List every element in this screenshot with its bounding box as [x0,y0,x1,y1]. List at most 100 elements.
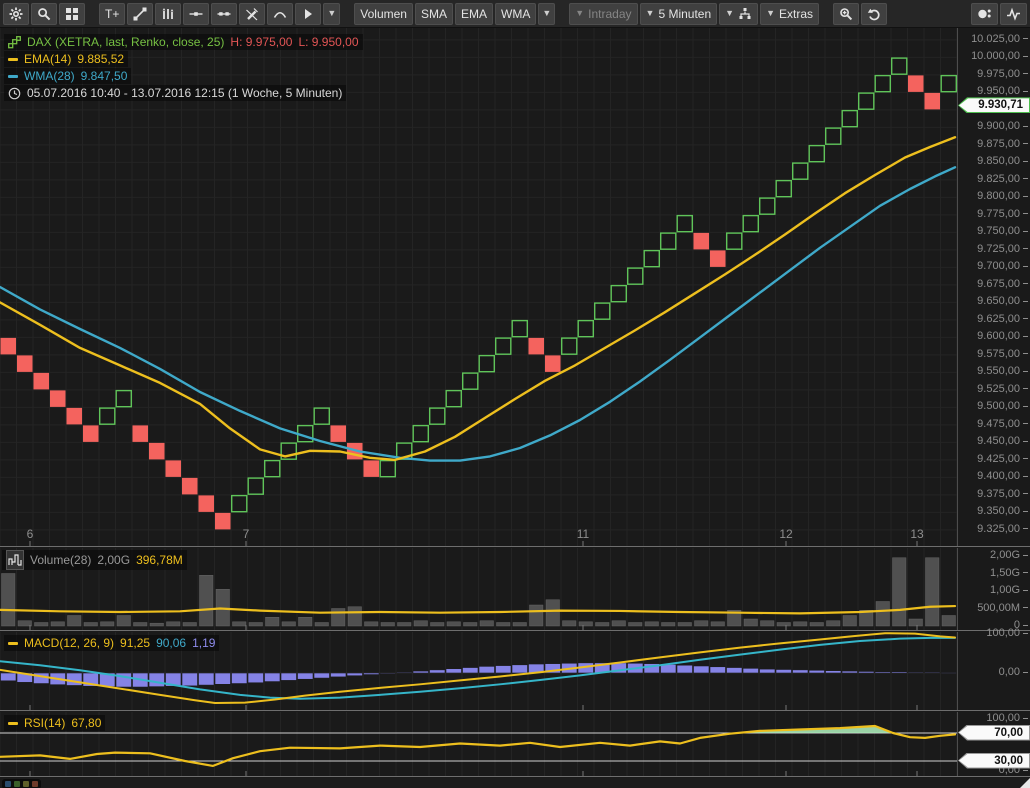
ema-button[interactable]: EMA [454,2,493,25]
wma-button[interactable]: WMA [495,2,537,25]
date-range-row: 05.07.2016 10:40 - 13.07.2016 12:15 (1 W… [4,85,347,101]
chart-mode-button[interactable] [1000,2,1027,25]
hline-tool-button[interactable] [183,2,210,25]
status-dot-red [32,781,38,787]
chevron-down-icon: ▼ [645,8,655,18]
macd-panel: 100,00 0,00 MACD(12, 26, 9) 91,25 90,06 1… [0,627,1030,710]
interval-label: 5 Minuten [658,6,712,21]
chevron-down-icon: ▼ [575,8,585,18]
axis-tick-label: 9.575,00 [977,348,1028,360]
symbol-legend-row[interactable]: DAX (XETRA, last, Renko, close, 25) H: 9… [4,34,363,50]
volume-legend[interactable]: Volume(28) 2,00G 396,78M [2,550,187,571]
search-button[interactable] [31,2,57,25]
play-cursor-icon [305,8,313,19]
circle-dots-icon [978,9,991,18]
chart-type-dropdown[interactable]: ▼ [719,2,759,25]
volume-value: 396,78M [136,553,183,567]
wma-line-icon [8,74,18,78]
hsegment-tool-button[interactable] [211,2,238,25]
axis-tick-label: 100,00 [986,712,1028,724]
volume-panel: 2,00G 1,50G 1,00G 500,00M 0 Volume(28) 2,00G… [0,548,1030,631]
clock-icon [8,87,21,99]
extras-dropdown[interactable]: ▼ Extras [760,2,820,25]
ema-name: EMA(14) [24,52,72,66]
date-range-label: 05.07.2016 10:40 - 13.07.2016 12:15 (1 W… [27,86,343,100]
panel-separator[interactable] [0,710,1030,711]
volumen-button[interactable]: Volumen [354,2,413,25]
settings-button[interactable] [3,2,29,25]
axis-tick-label: 9.425,00 [977,453,1028,465]
axis-tick-label: 2,00G [990,549,1028,561]
resize-handle[interactable] [1020,778,1030,788]
axis-tick-label: 9.900,00 [977,120,1028,132]
chevron-down-icon: ▼ [327,8,337,18]
axis-tick-label: 9.475,00 [977,418,1028,430]
macd-line-icon [8,641,18,645]
panel-separator[interactable] [0,776,1030,777]
rsi-panel: 100,00 0,00 70,00 30,00 RSI(14) 67,80 [0,712,1030,776]
rsi-level-tag: 70,00 [958,724,1030,741]
status-dot-blue [5,781,11,787]
bars-adjust-icon [162,7,174,19]
volume-scale: 2,00G [97,553,131,567]
panel-separator[interactable] [0,630,1030,631]
volume-axis[interactable]: 2,00G 1,50G 1,00G 500,00M 0 [957,548,1030,631]
wma-label: WMA [501,6,531,21]
text-tool-button[interactable]: T+ [99,2,126,25]
axis-tick-label: 9.625,00 [977,313,1028,325]
ema-value: 9.885,52 [77,52,125,66]
panel-separator[interactable] [0,546,1030,547]
axis-tick-label: 9.850,00 [977,155,1028,167]
svg-text:13: 13 [910,527,924,541]
rsi-legend[interactable]: RSI(14) 67,80 [4,715,106,732]
trendline-tool-button[interactable] [127,2,154,25]
sma-label: SMA [420,6,447,21]
wma-name: WMA(28) [24,69,75,83]
arc-icon [274,11,287,18]
pointer-tool-button[interactable] [295,2,322,25]
svg-text:11: 11 [577,527,590,541]
toolbar: T+ ▼ Volumen SMA EMA WMA ▼ ▼ Intraday ▼ … [0,0,1030,28]
rsi-plot[interactable] [0,712,957,776]
chevron-down-icon: ▼ [542,8,552,18]
hline-node-icon [189,11,203,16]
last-price-value: 9.930,71 [959,98,1029,113]
arc-tool-button[interactable] [267,2,294,25]
widget-options-button[interactable] [971,2,998,25]
macd-signal-value: 90,06 [156,636,187,650]
interval-dropdown[interactable]: ▼ 5 Minuten [639,2,718,25]
rsi-line-icon [8,721,18,725]
axis-tick-label: 9.350,00 [977,505,1028,517]
sma-button[interactable]: SMA [414,2,453,25]
ema-legend-row[interactable]: EMA(14) 9.885,52 [4,51,129,67]
draw-tools-caret-button[interactable]: ▼ [323,2,341,25]
intraday-dropdown[interactable]: ▼ Intraday [569,2,638,25]
undo-button[interactable] [861,2,888,25]
zoom-in-icon [840,7,853,20]
hline-two-nodes-icon [217,11,231,16]
low-value: L: 9.950,00 [298,35,359,49]
indicators-caret-button[interactable]: ▼ [538,2,556,25]
axis-tick-label: 9.950,00 [977,85,1028,97]
main-chart-plot[interactable]: 6 7 11 12 13 [0,28,957,546]
eraser-tool-button[interactable] [239,2,266,25]
zoom-in-button[interactable] [833,2,860,25]
macd-name: MACD(12, 26, 9) [24,636,115,650]
axis-tick-label: 9.700,00 [977,260,1028,272]
svg-text:12: 12 [779,527,793,541]
price-axis[interactable]: 9.930,71 10.025,00 10.000,00 9.975,00 9.950… [957,28,1030,546]
rsi-axis[interactable]: 100,00 0,00 70,00 30,00 [957,712,1030,776]
svg-text:7: 7 [243,527,250,541]
status-dot-green [14,781,20,787]
volume-histogram-icon [6,550,24,570]
axis-tick-label: 9.650,00 [977,295,1028,307]
macd-axis[interactable]: 100,00 0,00 [957,627,1030,710]
wma-legend-row[interactable]: WMA(28) 9.847,50 [4,68,132,84]
macd-hist-value: 1,19 [192,636,216,650]
layout-button[interactable] [59,2,85,25]
axis-tick-label: 9.725,00 [977,243,1028,255]
trendline-icon [133,7,147,20]
renko-settings-tool-button[interactable] [155,2,182,25]
macd-legend[interactable]: MACD(12, 26, 9) 91,25 90,06 1,19 [4,635,220,652]
axis-tick-label: 9.750,00 [977,225,1028,237]
